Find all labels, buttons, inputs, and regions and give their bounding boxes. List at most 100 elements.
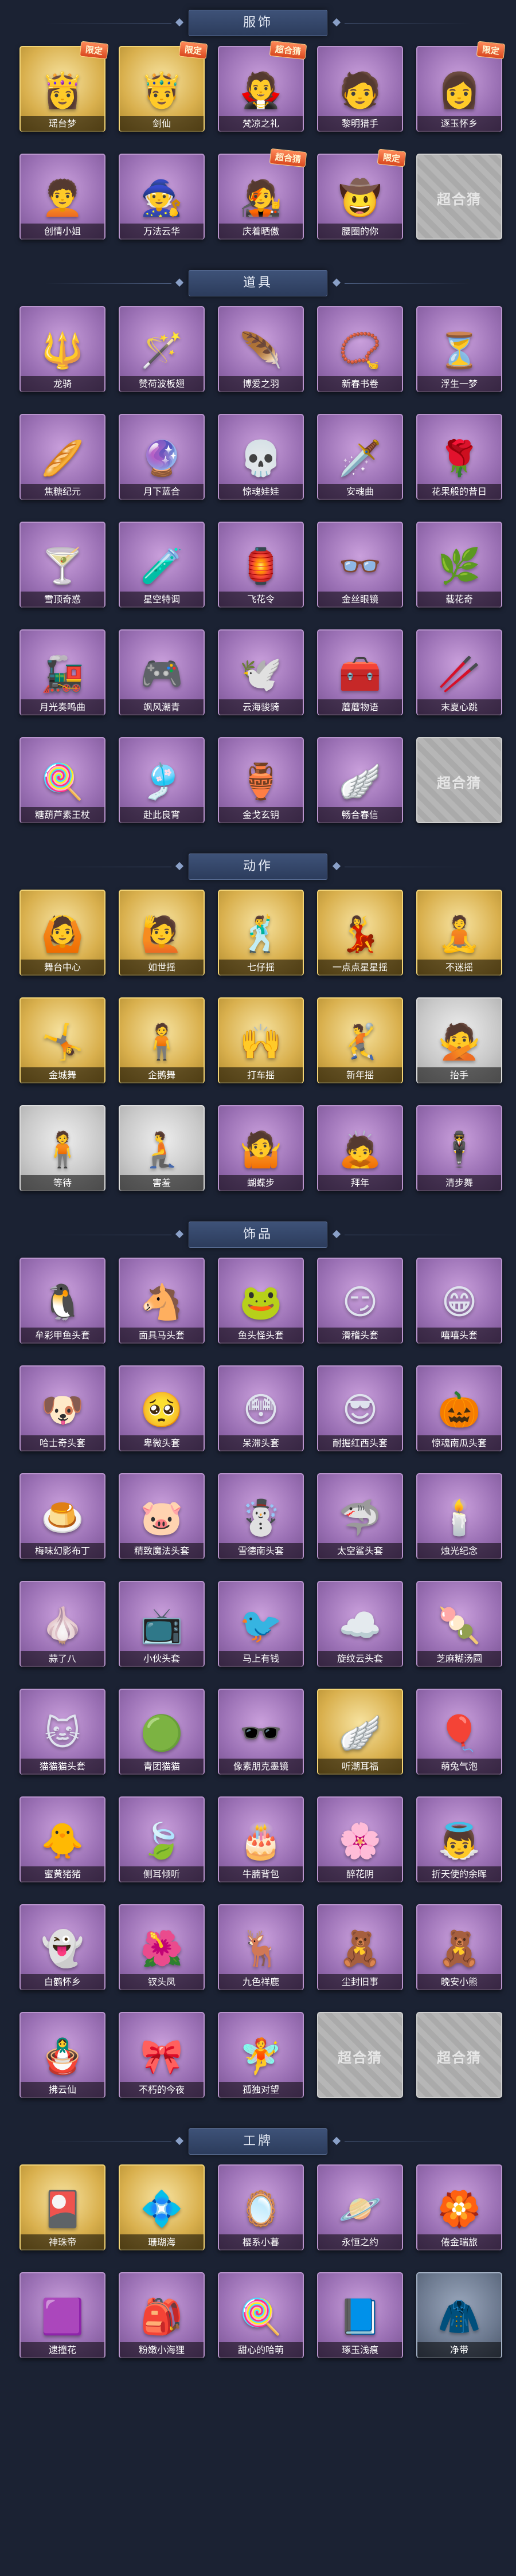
item-card[interactable]: 💃 一点点星星摇 bbox=[317, 890, 403, 976]
item-card[interactable]: 🎈 萌兔气泡 bbox=[416, 1689, 502, 1775]
item-card[interactable]: 🧙 万法云华 bbox=[119, 154, 205, 240]
item-card[interactable]: 📘 琢玉浅痕 bbox=[317, 2272, 403, 2358]
item-card[interactable]: 🧸 晚安小熊 bbox=[416, 1904, 502, 1990]
item-card[interactable]: 🧍 企鹅舞 bbox=[119, 997, 205, 1083]
item-card[interactable]: 🙋 如世摇 bbox=[119, 890, 205, 976]
item-card[interactable]: 🐴 面具马头套 bbox=[119, 1258, 205, 1344]
locked-item-card[interactable]: 超合猜 bbox=[416, 154, 502, 240]
item-card[interactable]: 🌺 钗头凤 bbox=[119, 1904, 205, 1990]
item-card[interactable]: 👩 限定 逐玉怀乡 bbox=[416, 41, 506, 132]
item-card[interactable]: 🏮 飞花令 bbox=[218, 522, 304, 608]
item-card[interactable]: 🐱 猫猫猫头套 bbox=[19, 1689, 105, 1775]
item-card[interactable]: 🧛 超合猜 梵凉之礼 bbox=[218, 40, 307, 132]
item-card[interactable]: ☃️ 雪德南头套 bbox=[218, 1473, 304, 1559]
item-card[interactable]: 🙅 抬手 bbox=[416, 997, 502, 1083]
item-card[interactable]: 🧸 尘封旧事 bbox=[317, 1904, 403, 1990]
item-card[interactable]: 🎒 粉嫩小海狸 bbox=[119, 2272, 205, 2358]
item-card[interactable]: 🪞 樱系小暮 bbox=[218, 2164, 304, 2250]
item-card[interactable]: 🎮 飒风潮青 bbox=[119, 629, 205, 715]
item-card[interactable]: 🍭 甜心的哈萌 bbox=[218, 2272, 304, 2358]
locked-item-card[interactable]: 超合猜 bbox=[416, 2012, 502, 2098]
item-card[interactable]: 🍮 梅味幻影布丁 bbox=[19, 1473, 105, 1559]
item-card[interactable]: 🌹 花果般的昔日 bbox=[416, 414, 502, 500]
item-card[interactable]: 💠 珊瑚海 bbox=[119, 2164, 205, 2250]
item-card[interactable]: 💀 惊魂娃娃 bbox=[218, 414, 304, 500]
item-card[interactable]: 🧄 蒜了八 bbox=[19, 1581, 105, 1667]
item-card[interactable]: 🕊️ 云海骏骑 bbox=[218, 629, 304, 715]
item-card[interactable]: 🟢 青团猫猫 bbox=[119, 1689, 205, 1775]
item-card[interactable]: 🍭 糖葫芦素王杖 bbox=[19, 737, 105, 823]
item-card[interactable]: 🪆 拂云仙 bbox=[19, 2012, 105, 2098]
item-card[interactable]: 🔮 月下蓝合 bbox=[119, 414, 205, 500]
item-card[interactable]: 🎴 神珠帝 bbox=[19, 2164, 105, 2250]
item-card[interactable]: 😳 呆滞头套 bbox=[218, 1365, 304, 1451]
item-card[interactable]: 🦌 九色祥鹿 bbox=[218, 1904, 304, 1990]
item-card[interactable]: 🐸 鱼头怪头套 bbox=[218, 1258, 304, 1344]
item-card[interactable]: 🧑‍🦱 创情小姐 bbox=[19, 154, 105, 240]
item-card[interactable]: 🧑‍🎤 超合猜 庆着晒傲 bbox=[218, 148, 307, 240]
item-card[interactable]: 🧍 等待 bbox=[19, 1105, 105, 1191]
item-card[interactable]: 🎐 赴此良宵 bbox=[119, 737, 205, 823]
item-card[interactable]: 🐶 哈士奇头套 bbox=[19, 1365, 105, 1451]
item-card[interactable]: 🪽 畅合春信 bbox=[317, 737, 403, 823]
item-card[interactable]: 🦈 太空鲨头套 bbox=[317, 1473, 403, 1559]
item-card[interactable]: 🪄 赞荷波板翅 bbox=[119, 306, 205, 392]
item-card[interactable]: 🔱 龙骑 bbox=[19, 306, 105, 392]
item-card[interactable]: 👼 折天使的余晖 bbox=[416, 1796, 502, 1882]
item-card[interactable]: 🙇 拜年 bbox=[317, 1105, 403, 1191]
item-card[interactable]: 🙆 舞台中心 bbox=[19, 890, 105, 976]
item-card[interactable]: 🥺 卑微头套 bbox=[119, 1365, 205, 1451]
item-card[interactable]: 🎃 惊魂南瓜头套 bbox=[416, 1365, 502, 1451]
item-card[interactable]: 🪐 永恒之约 bbox=[317, 2164, 403, 2250]
item-card[interactable]: 🐧 牟彩甲鱼头套 bbox=[19, 1258, 105, 1344]
item-card[interactable]: 🤾 新年摇 bbox=[317, 997, 403, 1083]
item-card[interactable]: 🏵️ 倦金瑞旅 bbox=[416, 2164, 502, 2250]
item-card[interactable]: 🍡 芝麻糊汤圆 bbox=[416, 1581, 502, 1667]
item-card[interactable]: 🕶️ 像素朋克墨镜 bbox=[218, 1689, 304, 1775]
item-card[interactable]: 😎 耐掘红西头套 bbox=[317, 1365, 403, 1451]
item-card[interactable]: 🤠 限定 腰圈的你 bbox=[317, 148, 406, 240]
item-card[interactable]: 👸 限定 瑶台梦 bbox=[19, 41, 109, 132]
item-card[interactable]: 🐦 马上有钱 bbox=[218, 1581, 304, 1667]
item-card[interactable]: 🤴 限定 剑仙 bbox=[119, 41, 208, 132]
item-card[interactable]: 👻 白鹤怀乡 bbox=[19, 1904, 105, 1990]
item-card[interactable]: 😁 嘻嘻头套 bbox=[416, 1258, 502, 1344]
item-card[interactable]: 🥢 末夏心跳 bbox=[416, 629, 502, 715]
item-card[interactable]: 🕴️ 清步舞 bbox=[416, 1105, 502, 1191]
item-card[interactable]: 🥖 焦糖纪元 bbox=[19, 414, 105, 500]
item-card[interactable]: 🐷 精致魔法头套 bbox=[119, 1473, 205, 1559]
item-card[interactable]: 🏺 金戈玄钥 bbox=[218, 737, 304, 823]
item-card[interactable]: 🪶 博爱之羽 bbox=[218, 306, 304, 392]
item-card[interactable]: 🕺 七仔摇 bbox=[218, 890, 304, 976]
item-card[interactable]: 🧑 黎明猎手 bbox=[317, 46, 403, 132]
item-card[interactable]: 📿 新春书卷 bbox=[317, 306, 403, 392]
item-card[interactable]: 🙌 打车摇 bbox=[218, 997, 304, 1083]
item-card[interactable]: 🍃 侧耳倾听 bbox=[119, 1796, 205, 1882]
item-card[interactable]: 🧚 孤独对望 bbox=[218, 2012, 304, 2098]
item-card[interactable]: ☁️ 旋纹云头套 bbox=[317, 1581, 403, 1667]
locked-item-card[interactable]: 超合猜 bbox=[416, 737, 502, 823]
item-card[interactable]: 📺 小伙头套 bbox=[119, 1581, 205, 1667]
item-card[interactable]: 🎀 不朽的今夜 bbox=[119, 2012, 205, 2098]
item-card[interactable]: 🐥 蜜黄猪猪 bbox=[19, 1796, 105, 1882]
item-card[interactable]: 🤷 蝴蝶步 bbox=[218, 1105, 304, 1191]
item-card[interactable]: 🧰 蘑蘑物语 bbox=[317, 629, 403, 715]
item-card[interactable]: 🌿 载花奇 bbox=[416, 522, 502, 608]
item-card[interactable]: 🪽 听潮耳福 bbox=[317, 1689, 403, 1775]
item-card[interactable]: 😏 滑稽头套 bbox=[317, 1258, 403, 1344]
item-card[interactable]: 🕯️ 烛光纪念 bbox=[416, 1473, 502, 1559]
item-card[interactable]: ⏳ 浮生一梦 bbox=[416, 306, 502, 392]
item-card[interactable]: 🟪 逮撞花 bbox=[19, 2272, 105, 2358]
item-card[interactable]: 🎂 牛腩背包 bbox=[218, 1796, 304, 1882]
item-card[interactable]: 🗡️ 安魂曲 bbox=[317, 414, 403, 500]
item-card[interactable]: 🧥 净带 bbox=[416, 2272, 502, 2358]
item-card[interactable]: 🧘 不迷摇 bbox=[416, 890, 502, 976]
item-card[interactable]: 🚂 月光奏鸣曲 bbox=[19, 629, 105, 715]
item-card[interactable]: 🍸 雪顶奇惑 bbox=[19, 522, 105, 608]
item-card[interactable]: 🧎 害羞 bbox=[119, 1105, 205, 1191]
item-card[interactable]: 👓 金丝眼镜 bbox=[317, 522, 403, 608]
item-card[interactable]: 🤸 金城舞 bbox=[19, 997, 105, 1083]
item-card[interactable]: 🌸 醉花阴 bbox=[317, 1796, 403, 1882]
item-card[interactable]: 🧪 星空特调 bbox=[119, 522, 205, 608]
locked-item-card[interactable]: 超合猜 bbox=[317, 2012, 403, 2098]
